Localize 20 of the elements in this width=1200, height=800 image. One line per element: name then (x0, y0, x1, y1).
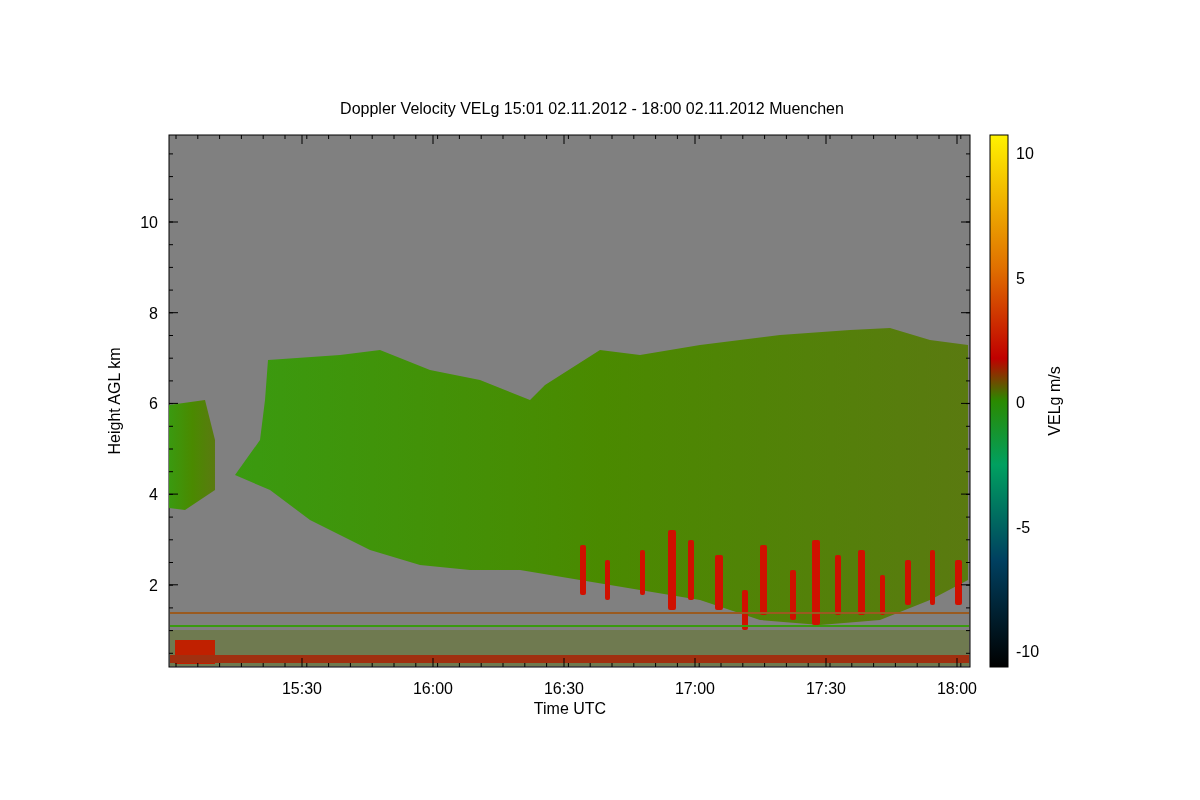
colorbar-label: VELg m/s (1046, 366, 1063, 436)
colorbar-tick-label: -5 (1016, 518, 1031, 536)
y-tick-label: 8 (149, 304, 158, 322)
y-axis-label: Height AGL km (106, 347, 123, 455)
y-tick-label: 2 (149, 576, 158, 594)
colorbar-tick-label: 5 (1016, 269, 1025, 287)
y-tick-label: 6 (149, 395, 158, 413)
x-tick-label: 17:00 (675, 680, 715, 697)
x-tick-label: 16:00 (413, 680, 453, 697)
x-tick-label: 16:30 (544, 680, 584, 697)
x-tick-label: 17:30 (806, 680, 846, 697)
x-tick-label: 15:30 (282, 680, 322, 697)
x-tick-label: 18:00 (937, 680, 977, 697)
colorbar-tick-label: 0 (1016, 394, 1025, 411)
chart-title: Doppler Velocity VELg 15:01 02.11.2012 - 18:00 02.11.2012 Muenchen (340, 100, 844, 117)
colorbar-tick-label: 10 (1016, 145, 1034, 162)
y-tick-label: 4 (149, 486, 158, 504)
x-axis-label: Time UTC (533, 700, 607, 717)
y-tick-label: 10 (140, 214, 158, 231)
colorbar-tick-label: -10 (1016, 643, 1040, 660)
